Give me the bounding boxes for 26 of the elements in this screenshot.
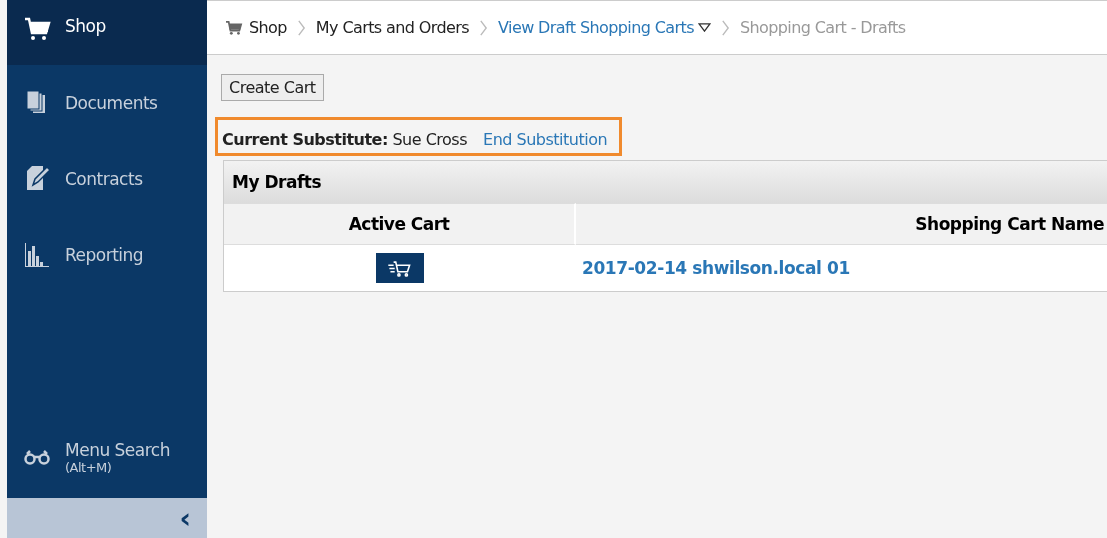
breadcrumb-item: Shopping Cart - Drafts <box>739 18 906 37</box>
substitute-text: Current Substitute: Sue Cross <box>222 130 467 149</box>
active-cart-button[interactable] <box>376 253 424 283</box>
binoculars-icon <box>23 449 51 465</box>
sidebar-item[interactable]: Contracts <box>7 141 207 217</box>
chevron-icon <box>720 18 730 37</box>
sidebar-item[interactable]: Shop <box>7 0 207 65</box>
sidebar-item[interactable]: Documents <box>7 65 207 141</box>
panel-title: My Drafts <box>224 161 1107 203</box>
menu-search[interactable]: Menu Search (Alt+M) <box>7 422 207 492</box>
column-header: Active Cart <box>224 203 576 245</box>
cart-name-link[interactable]: 2017-02-14 shwilson.local 01 <box>582 258 850 278</box>
breadcrumb-item[interactable]: Shop <box>249 18 287 37</box>
chevron-icon <box>296 18 306 37</box>
chevron-icon <box>479 18 489 37</box>
bar-chart-icon <box>23 241 51 269</box>
column-header: Shopping Cart Name <box>576 203 1107 245</box>
cart-icon <box>225 19 243 36</box>
sidebar-item[interactable]: Reporting <box>7 217 207 293</box>
breadcrumb-item[interactable]: View Draft Shopping Carts <box>498 18 694 37</box>
cart-icon <box>387 259 413 277</box>
dropdown-caret-icon[interactable] <box>697 23 711 32</box>
create-cart-button[interactable]: Create Cart <box>221 74 324 101</box>
end-substitution-link[interactable]: End Substitution <box>483 130 608 149</box>
breadcrumb-item[interactable]: My Carts and Orders <box>315 18 470 37</box>
collapse-button[interactable]: ‹ <box>7 498 207 538</box>
